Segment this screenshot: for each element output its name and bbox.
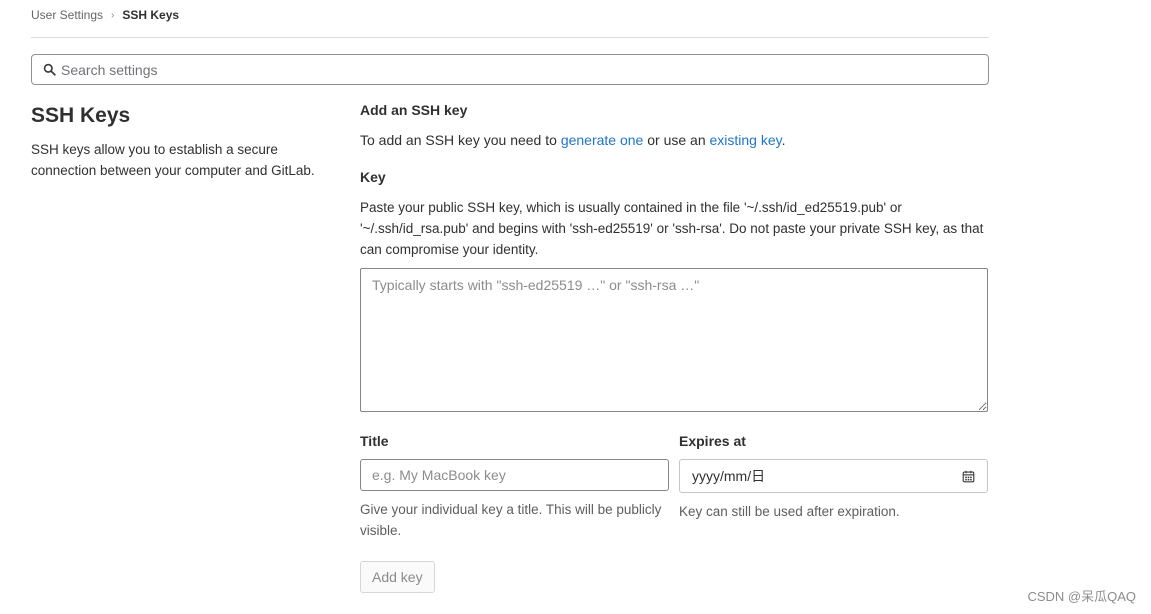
expires-help-text: Key can still be used after expiration.	[679, 504, 900, 519]
add-key-button[interactable]: Add key	[360, 561, 435, 593]
search-icon	[42, 63, 56, 77]
intro-text-suffix: .	[781, 132, 786, 148]
intro-text-prefix: To add an SSH key you need to	[360, 132, 561, 148]
form-heading: Add an SSH key	[360, 102, 468, 118]
search-box[interactable]	[31, 54, 989, 85]
expires-date-input[interactable]: yyyy/mm/日	[679, 459, 988, 493]
page-description: SSH keys allow you to establish a secure…	[31, 142, 315, 178]
generate-one-link[interactable]: generate one	[561, 132, 644, 148]
title-help-text: Give your individual key a title. This w…	[360, 502, 662, 538]
title-field-group: Title Give your individual key a title. …	[360, 431, 669, 541]
expires-field-group: Expires at yyyy/mm/日 Key can still be us…	[679, 431, 988, 541]
expires-label: Expires at	[679, 433, 746, 449]
calendar-icon[interactable]	[961, 469, 975, 483]
breadcrumb-user-settings-link[interactable]: User Settings	[31, 8, 103, 22]
settings-intro: SSH Keys SSH keys allow you to establish…	[31, 102, 336, 181]
key-textarea[interactable]	[360, 268, 988, 412]
watermark: CSDN @呆瓜QAQ	[1027, 589, 1136, 604]
form-intro: To add an SSH key you need to generate o…	[360, 130, 989, 150]
chevron-right-icon: ›	[111, 9, 115, 21]
add-ssh-key-form: Add an SSH key To add an SSH key you nee…	[360, 100, 989, 593]
existing-key-link[interactable]: existing key	[710, 132, 782, 148]
header-divider	[31, 37, 989, 38]
search-input[interactable]	[61, 55, 988, 84]
title-input[interactable]	[360, 459, 669, 491]
key-label: Key	[360, 169, 386, 185]
intro-text-middle: or use an	[643, 132, 710, 148]
breadcrumb: User Settings › SSH Keys	[31, 7, 179, 23]
expires-date-value: yyyy/mm/日	[692, 468, 766, 484]
key-description: Paste your public SSH key, which is usua…	[360, 200, 984, 257]
page-title: SSH Keys	[31, 104, 131, 127]
breadcrumb-current: SSH Keys	[122, 8, 180, 22]
title-label: Title	[360, 433, 389, 449]
title-expires-row: Title Give your individual key a title. …	[360, 431, 989, 541]
